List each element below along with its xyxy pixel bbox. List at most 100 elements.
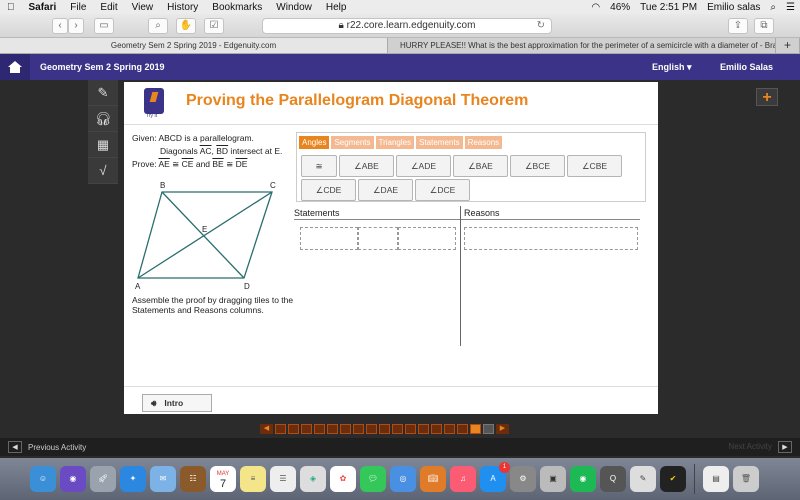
progress-step[interactable] bbox=[379, 424, 390, 434]
reminders-icon[interactable]: ☰ bbox=[270, 466, 296, 492]
tab-segments[interactable]: Segments bbox=[331, 136, 374, 149]
menu-window[interactable]: Window bbox=[269, 2, 319, 13]
tile-bae[interactable]: ∠BAE bbox=[453, 155, 508, 177]
tile-ade[interactable]: ∠ADE bbox=[396, 155, 451, 177]
progress-step[interactable] bbox=[288, 424, 299, 434]
tile-congruent[interactable]: ≅ bbox=[301, 155, 337, 177]
checkbox-icon[interactable]: ☑ bbox=[204, 18, 224, 34]
notes-icon[interactable]: ≡ bbox=[240, 466, 266, 492]
tile-cde[interactable]: ∠CDE bbox=[301, 179, 356, 201]
new-tab-button[interactable]: + bbox=[776, 38, 800, 53]
textedit-icon[interactable]: ✎ bbox=[630, 466, 656, 492]
progress-step[interactable] bbox=[366, 424, 377, 434]
preview-icon[interactable]: ▣ bbox=[540, 466, 566, 492]
headphones-icon[interactable]: 🎧︎ bbox=[88, 106, 118, 132]
photos-icon[interactable]: ✿ bbox=[330, 466, 356, 492]
menu-view[interactable]: View bbox=[125, 2, 161, 13]
tab-brainly[interactable]: HURRY PLEASE!! What is the best approxim… bbox=[388, 38, 776, 53]
tile-abe[interactable]: ∠ABE bbox=[339, 155, 394, 177]
notification-icon[interactable]: ☰ bbox=[781, 2, 800, 13]
tab-angles[interactable]: Angles bbox=[299, 136, 330, 149]
menu-edit[interactable]: Edit bbox=[93, 2, 124, 13]
tabs-overview-icon[interactable]: ⧉ bbox=[754, 18, 774, 34]
tile-bce[interactable]: ∠BCE bbox=[510, 155, 565, 177]
wifi-icon[interactable]: ◠ bbox=[586, 2, 605, 13]
downloads-stack-icon[interactable]: ▤ bbox=[703, 466, 729, 492]
progress-step[interactable] bbox=[301, 424, 312, 434]
menubar-user[interactable]: Emilio salas bbox=[702, 2, 765, 13]
tab-triangles[interactable]: Triangles bbox=[375, 136, 415, 149]
progress-step[interactable] bbox=[457, 424, 468, 434]
tile-dce[interactable]: ∠DCE bbox=[415, 179, 470, 201]
progress-step[interactable] bbox=[340, 424, 351, 434]
search-icon[interactable]: ⌕ bbox=[148, 18, 168, 34]
progress-step[interactable] bbox=[327, 424, 338, 434]
app-menu[interactable]: Safari bbox=[22, 2, 64, 13]
books-icon[interactable]: 📖︎ bbox=[420, 466, 446, 492]
intro-button[interactable]: 🔊︎ Intro bbox=[142, 394, 212, 412]
progress-step[interactable] bbox=[353, 424, 364, 434]
share-icon[interactable]: ⇪ bbox=[728, 18, 748, 34]
chevron-right-icon[interactable]: ▶ bbox=[778, 441, 792, 453]
facetime-icon[interactable]: ◎ bbox=[390, 466, 416, 492]
tab-reasons[interactable]: Reasons bbox=[464, 136, 503, 149]
contacts-icon[interactable]: ☷ bbox=[180, 466, 206, 492]
reason-drop-slot[interactable] bbox=[464, 227, 638, 250]
music-icon[interactable]: ♫ bbox=[450, 466, 476, 492]
language-select[interactable]: English ▾ bbox=[652, 62, 692, 73]
maps-icon[interactable]: ◈ bbox=[300, 466, 326, 492]
progress-prev-arrow-icon[interactable]: ◀ bbox=[260, 424, 273, 434]
clock[interactable]: Tue 2:51 PM bbox=[635, 2, 702, 13]
forward-button[interactable]: › bbox=[68, 18, 84, 34]
spotify-icon[interactable]: ◉ bbox=[570, 466, 596, 492]
menu-help[interactable]: Help bbox=[319, 2, 354, 13]
launchpad-icon[interactable]: 🚀︎ bbox=[90, 466, 116, 492]
tab-edgenuity[interactable]: Geometry Sem 2 Spring 2019 - Edgenuity.c… bbox=[0, 38, 388, 53]
quicktime-icon[interactable]: Q bbox=[600, 466, 626, 492]
sidebar-toggle-icon[interactable]: ▭ bbox=[94, 18, 114, 34]
tile-cbe[interactable]: ∠CBE bbox=[567, 155, 622, 177]
tab-statements[interactable]: Statements bbox=[416, 136, 463, 149]
progress-step[interactable] bbox=[405, 424, 416, 434]
calendar-icon[interactable]: MAY 7 bbox=[210, 466, 236, 492]
messages-icon[interactable]: 💬︎ bbox=[360, 466, 386, 492]
statement-drop-slot-3[interactable] bbox=[398, 227, 456, 250]
progress-step[interactable] bbox=[418, 424, 429, 434]
progress-step[interactable] bbox=[431, 424, 442, 434]
progress-next-arrow-icon[interactable]: ▶ bbox=[496, 424, 509, 434]
system-preferences-icon[interactable]: ⚙ bbox=[510, 466, 536, 492]
progress-step[interactable] bbox=[483, 424, 494, 434]
mail-icon[interactable]: ✉ bbox=[150, 466, 176, 492]
spotlight-icon[interactable]: ⌕ bbox=[765, 2, 781, 13]
progress-step[interactable] bbox=[392, 424, 403, 434]
plus-icon[interactable]: + bbox=[756, 88, 778, 106]
url-bar[interactable]: 🔒︎ r22.core.learn.edgenuity.com ↻ bbox=[262, 18, 552, 34]
calculator-icon[interactable]: ▦ bbox=[88, 132, 118, 158]
statement-drop-slot-2[interactable] bbox=[358, 227, 398, 250]
trash-icon[interactable]: 🗑︎ bbox=[733, 466, 759, 492]
menu-file[interactable]: File bbox=[63, 2, 93, 13]
back-button[interactable]: ‹ bbox=[52, 18, 68, 34]
reload-icon[interactable]: ↻ bbox=[537, 19, 545, 33]
checkmark-app-icon[interactable]: ✔ bbox=[660, 466, 686, 492]
tile-dae[interactable]: ∠DAE bbox=[358, 179, 413, 201]
battery-percent[interactable]: 46% bbox=[605, 2, 635, 13]
siri-icon[interactable]: ◉ bbox=[60, 466, 86, 492]
home-icon[interactable] bbox=[0, 54, 30, 80]
user-menu[interactable]: Emilio Salas bbox=[720, 62, 773, 72]
formula-icon[interactable]: √ bbox=[88, 158, 118, 184]
accessibility-icon[interactable]: ✋ bbox=[176, 18, 196, 34]
menu-history[interactable]: History bbox=[160, 2, 205, 13]
progress-step[interactable] bbox=[275, 424, 286, 434]
finder-icon[interactable]: ☺ bbox=[30, 466, 56, 492]
progress-step[interactable] bbox=[314, 424, 325, 434]
safari-icon[interactable]: ✦ bbox=[120, 466, 146, 492]
apple-menu-icon[interactable]:  bbox=[0, 2, 22, 13]
app-store-icon[interactable]: A1 bbox=[480, 462, 510, 492]
previous-activity[interactable]: ◀ Previous Activity bbox=[8, 441, 86, 453]
pencil-icon[interactable]: ✎ bbox=[88, 80, 118, 106]
menu-bookmarks[interactable]: Bookmarks bbox=[205, 2, 269, 13]
progress-step[interactable] bbox=[444, 424, 455, 434]
statement-drop-slot-1[interactable] bbox=[300, 227, 358, 250]
progress-step-current[interactable] bbox=[470, 424, 481, 434]
